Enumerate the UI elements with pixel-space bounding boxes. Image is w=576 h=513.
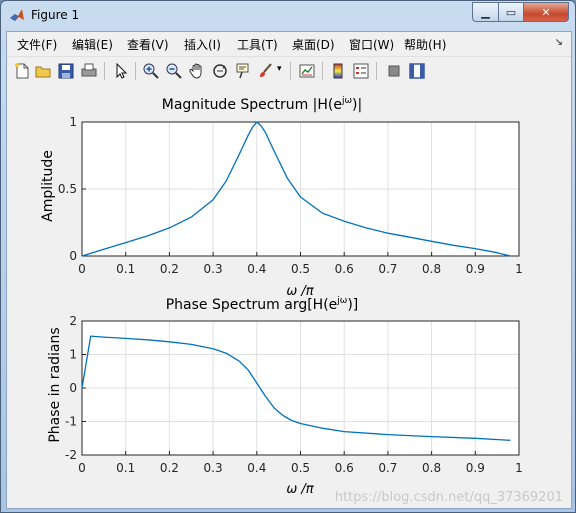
- magnitude-y-tick-label: 0: [69, 249, 77, 263]
- link-plot-icon[interactable]: [298, 62, 316, 80]
- phase-title: Phase Spectrum arg[H(ejω)]: [166, 296, 359, 313]
- magnitude-ylabel: Amplitude: [40, 150, 56, 222]
- toolbar-separator: [104, 62, 105, 80]
- magnitude-y-tick-label: 0.5: [58, 182, 77, 196]
- zoom-in-icon[interactable]: [142, 62, 160, 80]
- figure-canvas: Magnitude Spectrum |H(ejω)| ω /π Amplitu…: [7, 85, 571, 508]
- magnitude-title: Magnitude Spectrum |H(ejω)|: [162, 96, 362, 113]
- magnitude-axes[interactable]: Magnitude Spectrum |H(ejω)| ω /π Amplitu…: [40, 96, 523, 299]
- toolbar-separator: [322, 62, 323, 80]
- title-bar[interactable]: Figure 1 ▁ ▭ ✕: [1, 1, 575, 31]
- data-cursor-icon[interactable]: [234, 62, 252, 80]
- figure-window: Figure 1 ▁ ▭ ✕ 文件(F) 编辑(E) 查看(V) 插入(I) 工…: [0, 0, 576, 513]
- zoom-out-icon[interactable]: [165, 62, 183, 80]
- phase-y-tick-label: 2: [69, 314, 77, 328]
- magnitude-x-tick-label: 1: [515, 262, 523, 276]
- magnitude-x-tick-label: 0: [78, 262, 86, 276]
- menu-help[interactable]: 帮助(H): [404, 36, 446, 53]
- phase-y-tick-label: -2: [65, 448, 77, 462]
- hide-plot-tools-icon[interactable]: [385, 62, 403, 80]
- phase-xlabel: ω /π: [286, 482, 313, 497]
- phase-x-tick-label: 0.3: [204, 461, 223, 475]
- matlab-icon: [10, 9, 24, 21]
- save-icon[interactable]: [57, 62, 75, 80]
- phase-y-tick-label: 0: [69, 381, 77, 395]
- minimize-icon: ▁: [481, 5, 490, 19]
- menu-view[interactable]: 查看(V): [127, 36, 169, 53]
- maximize-icon: ▭: [505, 5, 517, 19]
- magnitude-title-main: Magnitude Spectrum |H(e: [162, 97, 342, 113]
- magnitude-x-tick-label: 0.5: [291, 262, 310, 276]
- phase-x-tick-label: 0.8: [422, 461, 441, 475]
- magnitude-title-tail: )|: [352, 97, 362, 113]
- phase-title-sup: jω: [336, 296, 347, 306]
- toolbar-separator: [290, 62, 291, 80]
- menu-bar: 文件(F) 编辑(E) 查看(V) 插入(I) 工具(T) 桌面(D) 窗口(W…: [7, 32, 571, 55]
- insert-colorbar-icon[interactable]: [329, 62, 347, 80]
- pan-hand-icon[interactable]: [188, 62, 206, 80]
- new-figure-icon[interactable]: [13, 62, 31, 80]
- phase-x-tick-label: 0.5: [291, 461, 310, 475]
- phase-y-tick-label: -1: [65, 415, 77, 429]
- toolbar-separator: [135, 62, 136, 80]
- magnitude-title-sup: jω: [341, 96, 352, 106]
- phase-title-main: Phase Spectrum arg[H(e: [166, 297, 338, 313]
- menu-edit[interactable]: 编辑(E): [72, 36, 113, 53]
- close-icon: ✕: [541, 5, 551, 19]
- magnitude-x-tick-label: 0.2: [160, 262, 179, 276]
- dock-arrow-icon[interactable]: ↘: [555, 37, 563, 48]
- menu-desktop[interactable]: 桌面(D): [292, 36, 335, 53]
- close-button[interactable]: ✕: [524, 2, 569, 22]
- phase-x-tick-label: 0.1: [116, 461, 135, 475]
- menu-window[interactable]: 窗口(W): [349, 36, 394, 53]
- phase-x-tick-label: 0: [78, 461, 86, 475]
- brush-icon[interactable]: [257, 62, 275, 80]
- minimize-button[interactable]: ▁: [472, 2, 499, 22]
- insert-legend-icon[interactable]: [352, 62, 370, 80]
- magnitude-x-tick-label: 0.6: [335, 262, 354, 276]
- magnitude-x-tick-label: 0.3: [204, 262, 223, 276]
- magnitude-x-tick-label: 0.7: [378, 262, 397, 276]
- show-plot-tools-icon[interactable]: [408, 62, 426, 80]
- magnitude-x-tick-label: 0.1: [116, 262, 135, 276]
- figure-client-area: 文件(F) 编辑(E) 查看(V) 插入(I) 工具(T) 桌面(D) 窗口(W…: [6, 31, 572, 509]
- phase-x-tick-label: 0.2: [160, 461, 179, 475]
- phase-x-tick-label: 1: [515, 461, 523, 475]
- phase-x-tick-label: 0.7: [378, 461, 397, 475]
- open-file-icon[interactable]: [34, 62, 52, 80]
- maximize-button[interactable]: ▭: [499, 2, 524, 22]
- print-icon[interactable]: [80, 62, 98, 80]
- watermark: https://blog.csdn.net/qq_37369201: [335, 490, 563, 505]
- phase-x-tick-label: 0.9: [466, 461, 485, 475]
- phase-title-tail: )]: [347, 297, 358, 313]
- magnitude-x-tick-label: 0.4: [247, 262, 266, 276]
- magnitude-x-tick-label: 0.9: [466, 262, 485, 276]
- window-title: Figure 1: [31, 8, 80, 22]
- magnitude-y-tick-label: 1: [69, 115, 77, 129]
- menu-tools[interactable]: 工具(T): [237, 36, 278, 53]
- edit-plot-arrow-icon[interactable]: [112, 62, 130, 80]
- brush-dropdown-icon[interactable]: ▾: [277, 64, 285, 82]
- menu-insert[interactable]: 插入(I): [184, 36, 221, 53]
- phase-x-tick-label: 0.6: [335, 461, 354, 475]
- phase-y-tick-label: 1: [69, 348, 77, 362]
- rotate-3d-icon[interactable]: [211, 62, 229, 80]
- toolbar-separator: [376, 62, 377, 80]
- phase-ylabel: Phase in radians: [47, 327, 63, 442]
- magnitude-x-tick-label: 0.8: [422, 262, 441, 276]
- plots-svg: Magnitude Spectrum |H(ejω)| ω /π Amplitu…: [40, 96, 563, 505]
- toolbar: ▾: [7, 56, 571, 86]
- phase-x-tick-label: 0.4: [247, 461, 266, 475]
- menu-file[interactable]: 文件(F): [17, 36, 57, 53]
- phase-axes[interactable]: Phase Spectrum arg[H(ejω)] ω /π Phase in…: [47, 296, 523, 497]
